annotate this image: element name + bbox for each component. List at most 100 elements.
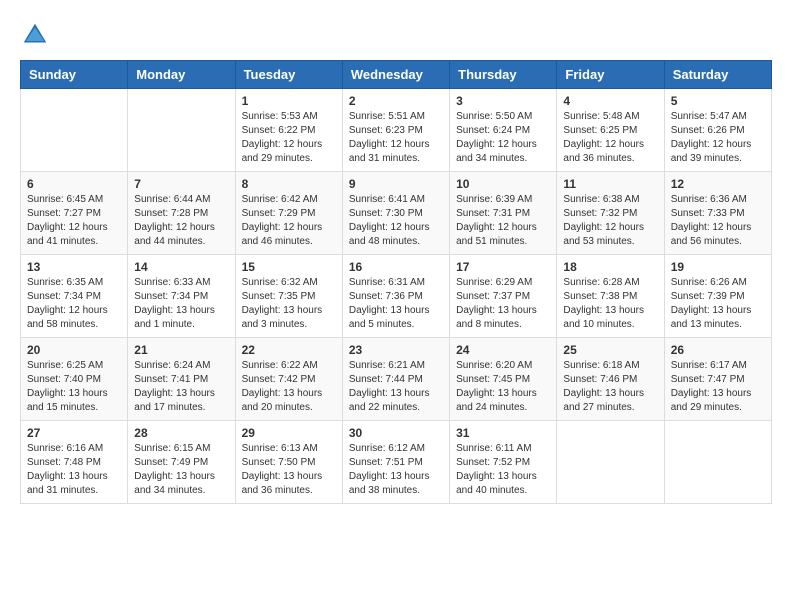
sunset-label: Sunset: 6:23 PM xyxy=(349,125,423,136)
calendar-cell: 15 Sunrise: 6:32 AM Sunset: 7:35 PM Dayl… xyxy=(235,255,342,338)
cell-content: Sunrise: 6:39 AM Sunset: 7:31 PM Dayligh… xyxy=(456,193,550,249)
daylight-label: Daylight: 12 hours and 56 minutes. xyxy=(671,222,752,247)
daylight-label: Daylight: 13 hours and 38 minutes. xyxy=(349,471,430,496)
sunrise-label: Sunrise: 6:12 AM xyxy=(349,443,425,454)
calendar-cell: 16 Sunrise: 6:31 AM Sunset: 7:36 PM Dayl… xyxy=(342,255,449,338)
calendar-cell: 14 Sunrise: 6:33 AM Sunset: 7:34 PM Dayl… xyxy=(128,255,235,338)
day-number: 7 xyxy=(134,177,228,191)
daylight-label: Daylight: 13 hours and 22 minutes. xyxy=(349,388,430,413)
sunrise-label: Sunrise: 6:44 AM xyxy=(134,194,210,205)
calendar-cell: 11 Sunrise: 6:38 AM Sunset: 7:32 PM Dayl… xyxy=(557,172,664,255)
sunrise-label: Sunrise: 6:20 AM xyxy=(456,360,532,371)
cell-content: Sunrise: 6:25 AM Sunset: 7:40 PM Dayligh… xyxy=(27,359,121,415)
day-number: 12 xyxy=(671,177,765,191)
calendar-week-row: 1 Sunrise: 5:53 AM Sunset: 6:22 PM Dayli… xyxy=(21,89,772,172)
cell-content: Sunrise: 6:33 AM Sunset: 7:34 PM Dayligh… xyxy=(134,276,228,332)
day-number: 5 xyxy=(671,94,765,108)
calendar-cell: 26 Sunrise: 6:17 AM Sunset: 7:47 PM Dayl… xyxy=(664,338,771,421)
sunset-label: Sunset: 6:22 PM xyxy=(242,125,316,136)
daylight-label: Daylight: 13 hours and 1 minute. xyxy=(134,305,215,330)
calendar-cell xyxy=(557,421,664,504)
calendar-cell: 3 Sunrise: 5:50 AM Sunset: 6:24 PM Dayli… xyxy=(450,89,557,172)
sunrise-label: Sunrise: 5:51 AM xyxy=(349,111,425,122)
weekday-header: Saturday xyxy=(664,61,771,89)
sunset-label: Sunset: 7:49 PM xyxy=(134,457,208,468)
sunrise-label: Sunrise: 6:16 AM xyxy=(27,443,103,454)
cell-content: Sunrise: 5:53 AM Sunset: 6:22 PM Dayligh… xyxy=(242,110,336,166)
sunrise-label: Sunrise: 6:21 AM xyxy=(349,360,425,371)
sunset-label: Sunset: 7:52 PM xyxy=(456,457,530,468)
sunset-label: Sunset: 7:50 PM xyxy=(242,457,316,468)
sunrise-label: Sunrise: 6:33 AM xyxy=(134,277,210,288)
daylight-label: Daylight: 12 hours and 34 minutes. xyxy=(456,139,537,164)
calendar-cell: 31 Sunrise: 6:11 AM Sunset: 7:52 PM Dayl… xyxy=(450,421,557,504)
day-number: 25 xyxy=(563,343,657,357)
daylight-label: Daylight: 13 hours and 24 minutes. xyxy=(456,388,537,413)
sunset-label: Sunset: 7:39 PM xyxy=(671,291,745,302)
cell-content: Sunrise: 6:17 AM Sunset: 7:47 PM Dayligh… xyxy=(671,359,765,415)
calendar-cell xyxy=(128,89,235,172)
cell-content: Sunrise: 6:11 AM Sunset: 7:52 PM Dayligh… xyxy=(456,442,550,498)
sunrise-label: Sunrise: 6:29 AM xyxy=(456,277,532,288)
day-number: 21 xyxy=(134,343,228,357)
calendar-cell: 29 Sunrise: 6:13 AM Sunset: 7:50 PM Dayl… xyxy=(235,421,342,504)
daylight-label: Daylight: 13 hours and 5 minutes. xyxy=(349,305,430,330)
cell-content: Sunrise: 6:21 AM Sunset: 7:44 PM Dayligh… xyxy=(349,359,443,415)
calendar-cell: 8 Sunrise: 6:42 AM Sunset: 7:29 PM Dayli… xyxy=(235,172,342,255)
sunset-label: Sunset: 7:29 PM xyxy=(242,208,316,219)
daylight-label: Daylight: 13 hours and 20 minutes. xyxy=(242,388,323,413)
calendar-week-row: 13 Sunrise: 6:35 AM Sunset: 7:34 PM Dayl… xyxy=(21,255,772,338)
sunrise-label: Sunrise: 6:41 AM xyxy=(349,194,425,205)
calendar-cell: 19 Sunrise: 6:26 AM Sunset: 7:39 PM Dayl… xyxy=(664,255,771,338)
day-number: 31 xyxy=(456,426,550,440)
calendar-cell: 4 Sunrise: 5:48 AM Sunset: 6:25 PM Dayli… xyxy=(557,89,664,172)
day-number: 22 xyxy=(242,343,336,357)
sunset-label: Sunset: 7:45 PM xyxy=(456,374,530,385)
calendar-cell: 20 Sunrise: 6:25 AM Sunset: 7:40 PM Dayl… xyxy=(21,338,128,421)
calendar-cell: 12 Sunrise: 6:36 AM Sunset: 7:33 PM Dayl… xyxy=(664,172,771,255)
sunrise-label: Sunrise: 5:53 AM xyxy=(242,111,318,122)
sunset-label: Sunset: 7:28 PM xyxy=(134,208,208,219)
day-number: 18 xyxy=(563,260,657,274)
sunset-label: Sunset: 7:51 PM xyxy=(349,457,423,468)
weekday-header: Wednesday xyxy=(342,61,449,89)
daylight-label: Daylight: 13 hours and 17 minutes. xyxy=(134,388,215,413)
day-number: 16 xyxy=(349,260,443,274)
day-number: 27 xyxy=(27,426,121,440)
sunrise-label: Sunrise: 6:35 AM xyxy=(27,277,103,288)
sunset-label: Sunset: 7:34 PM xyxy=(27,291,101,302)
cell-content: Sunrise: 6:20 AM Sunset: 7:45 PM Dayligh… xyxy=(456,359,550,415)
sunset-label: Sunset: 7:40 PM xyxy=(27,374,101,385)
daylight-label: Daylight: 12 hours and 46 minutes. xyxy=(242,222,323,247)
cell-content: Sunrise: 6:22 AM Sunset: 7:42 PM Dayligh… xyxy=(242,359,336,415)
weekday-header: Sunday xyxy=(21,61,128,89)
calendar-cell: 17 Sunrise: 6:29 AM Sunset: 7:37 PM Dayl… xyxy=(450,255,557,338)
cell-content: Sunrise: 6:29 AM Sunset: 7:37 PM Dayligh… xyxy=(456,276,550,332)
sunset-label: Sunset: 7:44 PM xyxy=(349,374,423,385)
sunset-label: Sunset: 7:35 PM xyxy=(242,291,316,302)
sunset-label: Sunset: 7:42 PM xyxy=(242,374,316,385)
sunset-label: Sunset: 7:41 PM xyxy=(134,374,208,385)
daylight-label: Daylight: 12 hours and 29 minutes. xyxy=(242,139,323,164)
daylight-label: Daylight: 12 hours and 41 minutes. xyxy=(27,222,108,247)
day-number: 13 xyxy=(27,260,121,274)
day-number: 28 xyxy=(134,426,228,440)
day-number: 30 xyxy=(349,426,443,440)
sunrise-label: Sunrise: 6:15 AM xyxy=(134,443,210,454)
daylight-label: Daylight: 13 hours and 34 minutes. xyxy=(134,471,215,496)
calendar-cell: 6 Sunrise: 6:45 AM Sunset: 7:27 PM Dayli… xyxy=(21,172,128,255)
logo xyxy=(20,20,54,50)
weekday-header: Thursday xyxy=(450,61,557,89)
day-number: 17 xyxy=(456,260,550,274)
cell-content: Sunrise: 6:24 AM Sunset: 7:41 PM Dayligh… xyxy=(134,359,228,415)
daylight-label: Daylight: 13 hours and 8 minutes. xyxy=(456,305,537,330)
sunset-label: Sunset: 6:24 PM xyxy=(456,125,530,136)
sunrise-label: Sunrise: 6:18 AM xyxy=(563,360,639,371)
sunrise-label: Sunrise: 6:13 AM xyxy=(242,443,318,454)
daylight-label: Daylight: 12 hours and 31 minutes. xyxy=(349,139,430,164)
sunrise-label: Sunrise: 6:26 AM xyxy=(671,277,747,288)
daylight-label: Daylight: 12 hours and 36 minutes. xyxy=(563,139,644,164)
calendar-cell: 10 Sunrise: 6:39 AM Sunset: 7:31 PM Dayl… xyxy=(450,172,557,255)
sunset-label: Sunset: 7:33 PM xyxy=(671,208,745,219)
day-number: 24 xyxy=(456,343,550,357)
